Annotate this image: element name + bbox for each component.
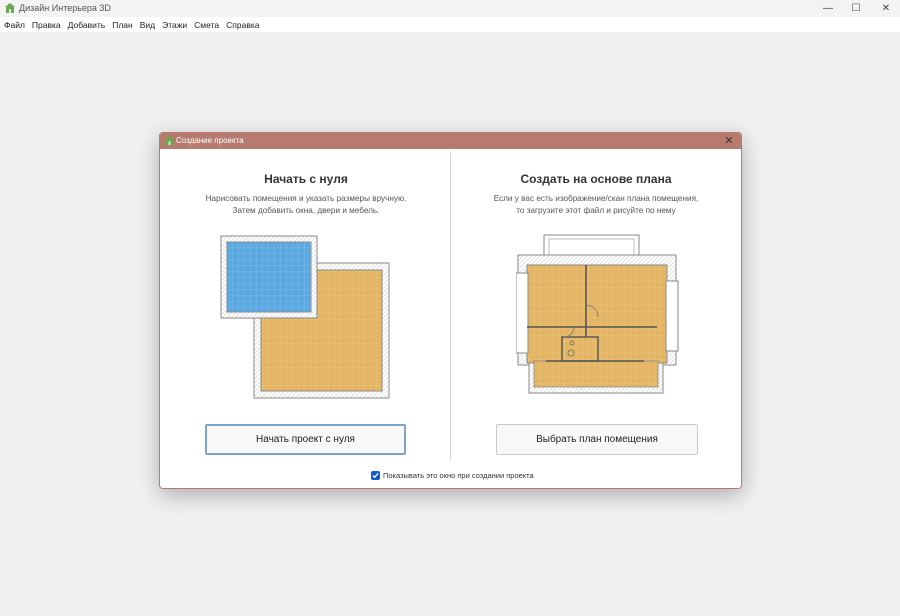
dialog-title: Создание проекта <box>176 136 244 145</box>
dialog-titlebar: Создание проекта ✕ <box>160 133 741 149</box>
menu-bar: Файл Правка Добавить План Вид Этажи Смет… <box>0 17 900 32</box>
left-panel-heading: Начать с нуля <box>264 172 348 186</box>
menu-plan[interactable]: План <box>112 20 133 30</box>
window-title: Дизайн Интерьера 3D <box>19 3 111 13</box>
right-panel-heading: Создать на основе плана <box>520 172 672 186</box>
dialog-logo-icon <box>164 135 175 146</box>
menu-edit[interactable]: Правка <box>32 20 61 30</box>
dialog-body: Начать с нуля Нарисовать помещения и ука… <box>160 149 741 488</box>
create-project-dialog: Создание проекта ✕ Начать с нуля Нарисов… <box>159 132 742 489</box>
choose-floor-plan-button[interactable]: Выбрать план помещения <box>496 424 698 455</box>
floor-plan-illustration <box>516 234 679 394</box>
menu-view[interactable]: Вид <box>140 20 155 30</box>
show-on-create-option[interactable]: Показывать это окно при создании проекта <box>371 471 534 480</box>
dialog-close-button[interactable]: ✕ <box>723 134 735 148</box>
maximize-button[interactable]: ☐ <box>840 0 872 17</box>
menu-file[interactable]: Файл <box>4 20 25 30</box>
window-close-button[interactable]: ✕ <box>870 0 900 17</box>
window-titlebar: Дизайн Интерьера 3D — ☐ ✕ <box>0 0 900 17</box>
start-from-scratch-button[interactable]: Начать проект с нуля <box>205 424 406 455</box>
show-on-create-label[interactable]: Показывать это окно при создании проекта <box>383 471 534 480</box>
app-logo-icon <box>5 3 15 13</box>
checkmark-icon <box>372 472 379 479</box>
menu-help[interactable]: Справка <box>226 20 259 30</box>
left-panel-desc-line2: Затем добавить окна, двери и мебель. <box>232 206 380 215</box>
draw-from-scratch-illustration <box>220 235 390 399</box>
right-panel-desc-line1: Если у вас есть изображение/скан плана п… <box>493 194 699 203</box>
menu-floors[interactable]: Этажи <box>162 20 187 30</box>
panel-divider <box>450 151 451 461</box>
show-on-create-checkbox[interactable] <box>371 471 380 480</box>
left-panel-desc-line1: Нарисовать помещения и указать размеры в… <box>205 194 407 203</box>
menu-estimate[interactable]: Смета <box>194 20 219 30</box>
menu-add[interactable]: Добавить <box>68 20 106 30</box>
right-panel-desc-line2: то загрузите этот файл и рисуйте по нему <box>516 206 676 215</box>
